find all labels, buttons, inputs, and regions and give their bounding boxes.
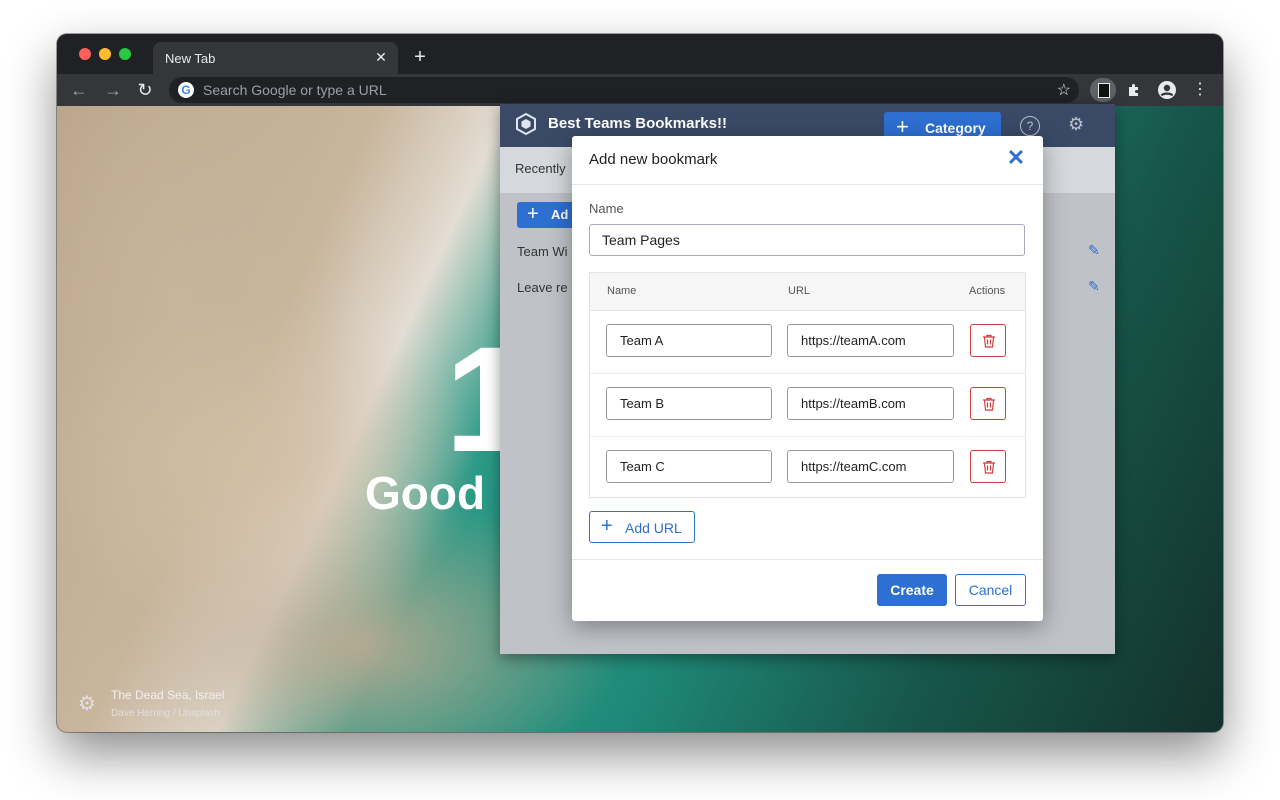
table-row <box>590 310 1025 374</box>
greeting-text: Good <box>365 467 486 519</box>
bookmark-row[interactable]: Leave re <box>517 280 568 295</box>
omnibox[interactable]: G Search Google or type a URL ☆ <box>169 77 1079 103</box>
browser-toolbar: ← → ↻ G Search Google or type a URL ☆ ⋮ <box>57 74 1223 106</box>
url-table: Name URL Actions <box>589 272 1026 498</box>
modal-footer-divider <box>572 559 1043 560</box>
new-tab-button[interactable]: + <box>409 46 431 68</box>
url-name-input[interactable] <box>606 450 772 483</box>
hexagon-logo-icon <box>516 113 536 135</box>
add-bookmark-button[interactable]: + Ad <box>517 202 577 228</box>
delete-url-button[interactable] <box>970 324 1006 357</box>
table-row <box>590 436 1025 499</box>
url-input[interactable] <box>787 324 954 357</box>
url-input[interactable] <box>787 387 954 420</box>
column-header-url: URL <box>788 285 811 297</box>
profile-icon[interactable] <box>1155 78 1179 102</box>
reload-icon[interactable]: ↻ <box>133 78 157 102</box>
help-icon[interactable]: ? <box>1020 116 1040 136</box>
bookmark-extension-button[interactable] <box>1090 78 1116 102</box>
photo-location: The Dead Sea, Israel <box>111 688 225 702</box>
browser-window: New Tab ✕ + ← → ↻ G Search Google or typ… <box>57 34 1223 732</box>
plus-icon: + <box>601 515 613 537</box>
extensions-puzzle-icon[interactable] <box>1122 78 1146 102</box>
add-url-button[interactable]: + Add URL <box>589 511 695 543</box>
table-row <box>590 373 1025 437</box>
url-name-input[interactable] <box>606 387 772 420</box>
back-icon[interactable]: ← <box>67 78 91 102</box>
omnibox-placeholder: Search Google or type a URL <box>203 82 387 98</box>
close-icon[interactable]: ✕ <box>1005 146 1027 170</box>
minimize-window-button[interactable] <box>99 48 111 60</box>
create-button[interactable]: Create <box>877 574 947 606</box>
plus-icon: + <box>527 203 539 225</box>
tab-recently[interactable]: Recently <box>515 161 566 176</box>
modal-title: Add new bookmark <box>589 151 718 168</box>
url-input[interactable] <box>787 450 954 483</box>
modal-header: Add new bookmark ✕ <box>572 136 1043 185</box>
delete-url-button[interactable] <box>970 450 1006 483</box>
bookmark-icon <box>1098 83 1110 98</box>
tab-title: New Tab <box>165 51 216 66</box>
add-url-label: Add URL <box>625 520 682 536</box>
forward-icon[interactable]: → <box>101 78 125 102</box>
table-header: Name URL Actions <box>590 273 1025 311</box>
tab-new-tab[interactable]: New Tab ✕ <box>153 42 398 74</box>
settings-gear-icon[interactable]: ⚙ <box>1068 114 1084 135</box>
delete-url-button[interactable] <box>970 387 1006 420</box>
trash-icon <box>983 460 995 474</box>
name-label: Name <box>589 201 624 216</box>
add-bookmark-label: Ad <box>551 207 569 222</box>
bookmark-row[interactable]: Team Wi <box>517 244 568 259</box>
bookmark-name-input[interactable] <box>589 224 1025 256</box>
tab-strip: New Tab ✕ + <box>57 34 1223 74</box>
google-icon: G <box>178 82 194 98</box>
maximize-window-button[interactable] <box>119 48 131 60</box>
menu-kebab-icon[interactable]: ⋮ <box>1188 78 1212 102</box>
close-window-button[interactable] <box>79 48 91 60</box>
url-name-input[interactable] <box>606 324 772 357</box>
close-icon[interactable]: ✕ <box>372 48 390 66</box>
popup-title: Best Teams Bookmarks!! <box>548 115 727 132</box>
bookmark-star-icon[interactable]: ☆ <box>1057 80 1071 100</box>
trash-icon <box>983 334 995 348</box>
add-bookmark-modal: Add new bookmark ✕ Name Name URL Actions <box>572 136 1043 621</box>
edit-pencil-icon[interactable]: ✎ <box>1088 242 1100 259</box>
settings-gear-icon[interactable]: ⚙ <box>77 694 97 714</box>
cancel-button[interactable]: Cancel <box>955 574 1026 606</box>
column-header-name: Name <box>607 285 637 297</box>
trash-icon <box>983 397 995 411</box>
column-header-actions: Actions <box>969 285 1006 297</box>
edit-pencil-icon[interactable]: ✎ <box>1088 278 1100 295</box>
photo-credit[interactable]: Dave Herring / Unsplash <box>111 708 220 719</box>
